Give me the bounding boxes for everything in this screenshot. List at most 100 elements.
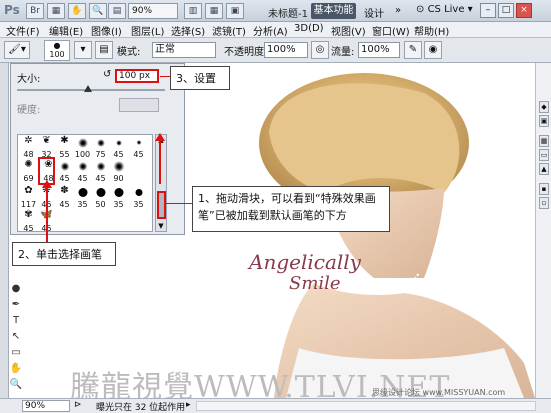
brush-tip[interactable]: 35	[130, 185, 147, 209]
panel-tab-6[interactable]: ▪	[539, 183, 549, 195]
brush-tip[interactable]: ✱ 55	[56, 135, 73, 159]
pen-tool-icon[interactable]: ✒	[8, 298, 24, 312]
menu-file[interactable]: 文件(F)	[6, 23, 40, 38]
brush-size-input[interactable]: 100 px	[115, 69, 159, 83]
brush-tip[interactable]: 90	[110, 159, 127, 183]
bridge-icon[interactable]: Br	[26, 3, 44, 19]
panel-tab-7[interactable]: ▫	[539, 197, 549, 209]
brush-tip[interactable]: 45	[92, 159, 109, 183]
brush-tip[interactable]: 45	[74, 159, 91, 183]
brush-size-slider-thumb[interactable]	[84, 85, 92, 92]
menu-view[interactable]: 视图(V)	[331, 23, 366, 38]
brush-tip-shape	[113, 161, 124, 172]
zoom-tool-icon[interactable]: 🔍	[8, 378, 24, 392]
close-button[interactable]: ×	[516, 3, 532, 18]
menu-window[interactable]: 窗口(W)	[372, 23, 410, 38]
brush-tip-shape	[114, 188, 123, 197]
menu-image[interactable]: 图像(I)	[91, 23, 122, 38]
brush-tip-shape	[96, 188, 105, 197]
horizontal-scrollbar[interactable]	[196, 401, 536, 411]
right-side-strip: ◆ ▣ ▦ ▭ ▲ ▪ ▫	[535, 63, 551, 398]
menu-filter[interactable]: 滤镜(T)	[212, 23, 246, 38]
annotation-step1-connector	[166, 203, 192, 204]
arrange-icon[interactable]: ▤	[108, 3, 126, 19]
maximize-button[interactable]: □	[498, 3, 514, 18]
brush-tip[interactable]: 35	[74, 185, 91, 209]
panel-tab-1[interactable]: ◆	[539, 101, 549, 113]
document-title: 未标题-1	[268, 9, 308, 20]
brush-tip-shape	[96, 139, 105, 147]
brush-tip[interactable]: ✾ 45	[20, 209, 37, 231]
brush-tip-shape: ✽	[60, 185, 69, 196]
brush-tip[interactable]: ✿ 117	[20, 185, 37, 209]
brush-panel-toggle-icon[interactable]: ▾	[74, 41, 92, 59]
brush-tip-shape	[135, 189, 142, 196]
zoom-level-select[interactable]: 90%	[128, 3, 178, 19]
brush-tip-grid[interactable]: ✲ 48 ❦ 32 ✱ 55 100 75 45 ✺ 69 ❀ 48 45 45 45 9…	[17, 134, 153, 232]
menu-help[interactable]: 帮助(H)	[414, 23, 449, 38]
dodge-tool-icon[interactable]: ●	[8, 282, 24, 296]
brush-preset-picker[interactable]: ● 100	[44, 40, 70, 61]
brush-tip[interactable]: ✲ 48	[20, 135, 37, 159]
brush-grid-scrollbar[interactable]: ▲ ▼	[155, 134, 167, 232]
type-tool-icon[interactable]: T	[8, 314, 24, 328]
brush-tip-size: 90	[113, 174, 124, 183]
panel-tab-5[interactable]: ▲	[539, 163, 549, 175]
brush-tip[interactable]: 75	[92, 135, 109, 159]
hand-tool-icon[interactable]: ✋	[68, 3, 86, 19]
brush-tip-size: 35	[133, 200, 144, 209]
brush-tip[interactable]: 45	[56, 159, 73, 183]
opacity-input[interactable]: 100%	[264, 42, 308, 58]
cs-live-label: CS Live	[427, 4, 465, 15]
flow-input[interactable]: 100%	[358, 42, 400, 58]
status-zoom-input[interactable]: 90%	[22, 400, 70, 412]
shape-tool-icon[interactable]: ▭	[8, 346, 24, 360]
size-pressure-icon[interactable]: ◉	[424, 41, 442, 59]
brush-tip[interactable]: 45	[130, 135, 147, 159]
panel-tab-2[interactable]: ▣	[539, 115, 549, 127]
reset-size-icon[interactable]: ↺	[103, 69, 111, 80]
brush-tip-size: 45	[59, 200, 70, 209]
scroll-down-arrow-icon[interactable]: ▼	[157, 222, 165, 230]
workspace-essentials-button[interactable]: 基本功能	[311, 3, 356, 19]
status-bar: 90% ⊳ 曝光只在 32 位起作用 ▸	[0, 398, 551, 413]
panel-tab-4[interactable]: ▭	[539, 149, 549, 161]
brush-tip[interactable]: ❦ 32	[38, 135, 55, 159]
status-info-icon[interactable]: ⊳	[74, 400, 82, 410]
scrollbar-thumb[interactable]	[157, 191, 166, 219]
brush-tip[interactable]: 100	[74, 135, 91, 159]
more-workspaces-button[interactable]: »	[395, 5, 401, 16]
flow-label: 流量:	[331, 47, 355, 58]
menu-select[interactable]: 选择(S)	[171, 23, 205, 38]
minibridge-icon[interactable]: ▦	[47, 3, 65, 19]
view-extras-icon[interactable]: ▥	[184, 3, 202, 19]
brush-tip-shape	[136, 140, 141, 145]
brush-tip[interactable]: ✺ 69	[20, 159, 37, 183]
workspace-design-button[interactable]: 设计	[364, 5, 384, 20]
screen-mode-icon[interactable]: ▣	[226, 3, 244, 19]
brush-tip[interactable]: ✽ 45	[56, 185, 73, 209]
menu-edit[interactable]: 编辑(E)	[49, 23, 83, 38]
arrange-documents-icon[interactable]: ▦	[205, 3, 223, 19]
brush-panel-icon[interactable]: ▤	[95, 41, 113, 59]
hand-tool-icon[interactable]: ✋	[8, 362, 24, 376]
panel-tab-3[interactable]: ▦	[539, 135, 549, 147]
menu-layer[interactable]: 图层(L)	[131, 23, 164, 38]
status-message: 曝光只在 32 位起作用	[96, 403, 186, 413]
annotation-step1: 1、拖动滑块，可以看到“特殊效果画笔”已被加载到默认画笔的下方	[192, 186, 390, 232]
cs-live-button[interactable]: ⊙ CS Live ▾	[416, 4, 473, 15]
zoom-tool-icon[interactable]: 🔍	[89, 3, 107, 19]
menu-3d[interactable]: 3D(D)	[294, 23, 324, 34]
brush-tool-preset-icon[interactable]: 🖌▾	[4, 41, 30, 59]
opacity-pressure-icon[interactable]: ◎	[311, 41, 329, 59]
mode-select[interactable]: 正常	[152, 42, 216, 58]
status-menu-arrow-icon[interactable]: ▸	[186, 400, 191, 410]
menu-analysis[interactable]: 分析(A)	[253, 23, 288, 38]
minimize-button[interactable]: –	[480, 3, 496, 18]
brush-tip[interactable]: 50	[92, 185, 109, 209]
brush-tip[interactable]: 45	[110, 135, 127, 159]
brush-tip-size: 45	[113, 150, 124, 159]
path-selection-tool-icon[interactable]: ↖	[8, 330, 24, 344]
brush-tip[interactable]: 35	[110, 185, 127, 209]
airbrush-icon[interactable]: ✎	[404, 41, 422, 59]
